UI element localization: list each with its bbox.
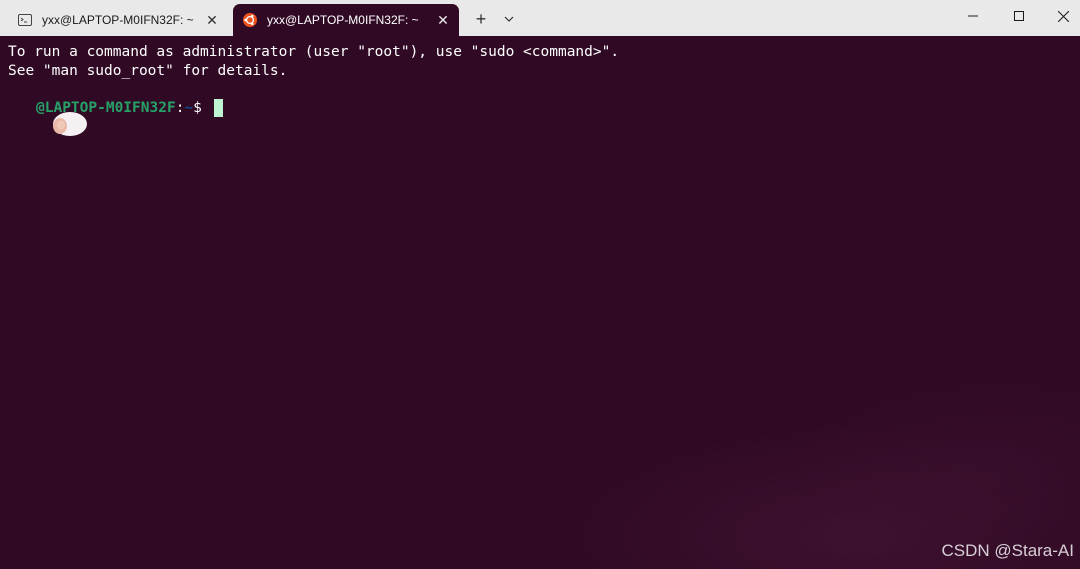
tab-close-button[interactable]: ✕ [198, 6, 226, 34]
terminal-output-line: See "man sudo_root" for details. [8, 63, 288, 79]
plus-icon: + [475, 8, 487, 29]
title-bar: yxx@LAPTOP-M0IFN32F: ~ ✕ yxx@LAPTOP-M0IF… [0, 0, 1080, 36]
minimize-button[interactable] [950, 0, 996, 32]
tab-close-button[interactable]: ✕ [429, 6, 457, 34]
profile-dropdown-button[interactable] [496, 6, 522, 32]
close-icon: ✕ [206, 11, 218, 28]
prompt-symbol: $ [193, 100, 202, 116]
tab-ubuntu[interactable]: yxx@LAPTOP-M0IFN32F: ~ ✕ [233, 4, 459, 36]
prompt-separator: : [175, 100, 185, 116]
tab-title: yxx@LAPTOP-M0IFN32F: ~ [267, 13, 419, 27]
terminal-output-line: To run a command as administrator (user … [8, 44, 620, 60]
tab-console[interactable]: yxx@LAPTOP-M0IFN32F: ~ ✕ [6, 4, 228, 36]
new-tab-button[interactable]: + [468, 6, 494, 32]
close-icon [1057, 10, 1069, 22]
maximize-button[interactable] [996, 0, 1042, 32]
redacted-username-mark [0, 95, 88, 136]
shell-prompt[interactable]: @LAPTOP-M0IFN32F: ~ $ [0, 95, 223, 136]
tab-title: yxx@LAPTOP-M0IFN32F: ~ [42, 13, 194, 27]
chevron-down-icon [504, 16, 514, 22]
ubuntu-icon [243, 13, 257, 27]
prompt-path: ~ [184, 100, 194, 116]
minimize-icon [968, 15, 978, 17]
watermark: CSDN @Stara-AI [941, 541, 1074, 560]
console-icon [18, 13, 32, 27]
window-close-button[interactable] [1040, 0, 1080, 32]
maximize-icon [1014, 11, 1024, 21]
close-icon: ✕ [437, 11, 449, 28]
terminal-pane[interactable]: To run a command as administrator (user … [0, 36, 1080, 569]
text-cursor [213, 99, 223, 117]
